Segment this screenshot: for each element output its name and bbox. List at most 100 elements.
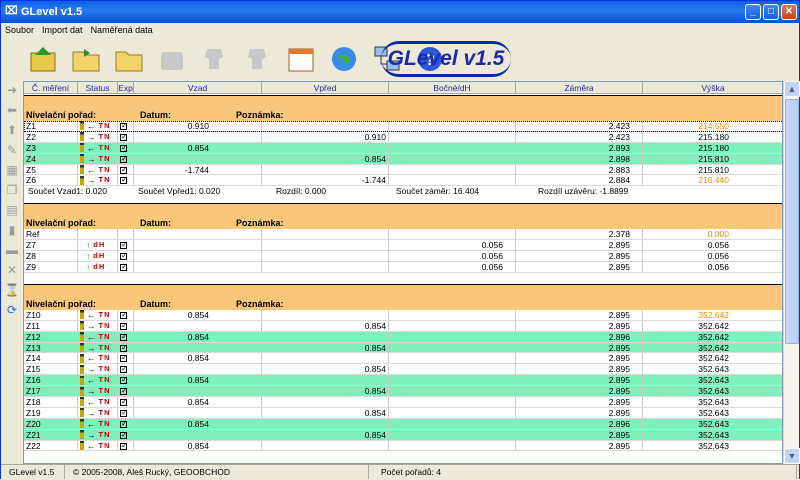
exp-checkbox[interactable]	[120, 430, 128, 440]
cell-exp[interactable]	[118, 375, 134, 386]
cell-vyska[interactable]: 352.643	[643, 386, 782, 396]
cell-vyska[interactable]: 215.810	[643, 165, 782, 175]
col-vyska[interactable]: Výška	[643, 82, 782, 94]
menu-import-dat[interactable]: Import dat	[38, 23, 87, 37]
cell-bocne[interactable]: 0.056	[389, 251, 516, 262]
col-bocne-dh[interactable]: Bočné/dH	[389, 82, 516, 94]
cell-vpred[interactable]: 0.854	[262, 386, 389, 397]
cell-status[interactable]: ← TN	[78, 397, 118, 407]
cell-status[interactable]: ← TN	[78, 164, 118, 175]
cell-status[interactable]: → TN	[78, 320, 118, 331]
cell-zamera[interactable]: 2.893	[516, 142, 643, 153]
cell-status[interactable]: → TN	[78, 386, 118, 397]
edit-icon[interactable]: ✎	[4, 142, 20, 158]
cell-vpred[interactable]	[262, 331, 389, 342]
cell-id[interactable]: Z8	[24, 251, 78, 262]
scroll-down-icon[interactable]: ▼	[784, 448, 800, 464]
col-zamera[interactable]: Záměra	[516, 82, 643, 94]
cell-id[interactable]: Z15	[24, 364, 78, 375]
cell-zamera[interactable]: 2.895	[516, 320, 643, 331]
exp-checkbox[interactable]	[120, 408, 128, 418]
open-button[interactable]	[66, 39, 106, 79]
arrow-right-icon[interactable]: ➜	[4, 82, 20, 98]
cell-exp[interactable]	[118, 386, 134, 397]
cell-status[interactable]: ↑ dH	[78, 251, 118, 262]
cell-vpred[interactable]	[262, 353, 389, 364]
cell-status[interactable]: ↑ dH	[78, 240, 118, 251]
scroll-up-icon[interactable]: ▲	[784, 81, 800, 97]
page-icon[interactable]: ▤	[4, 202, 20, 218]
cell-vyska[interactable]: 0.056	[643, 240, 782, 250]
cell-bocne[interactable]: 0.056	[389, 262, 516, 272]
cell-vpred[interactable]: 0.854	[262, 320, 389, 331]
cell-vzad[interactable]: 0.854	[134, 418, 262, 429]
cell-zamera[interactable]: 2.896	[516, 418, 643, 429]
cell-status[interactable]: → TN	[78, 407, 118, 418]
maximize-button[interactable]: □	[763, 4, 779, 20]
cell-status[interactable]: → TN	[78, 364, 118, 375]
cell-zamera[interactable]: 2.883	[516, 164, 643, 175]
cell-bocne[interactable]	[389, 418, 516, 429]
table-row[interactable]: Z6→TN-1.7442.884216.440	[24, 175, 782, 187]
exp-checkbox[interactable]	[120, 240, 128, 250]
exp-checkbox[interactable]	[120, 397, 128, 407]
cell-bocne[interactable]	[389, 429, 516, 440]
cell-status[interactable]: ← TN	[78, 375, 118, 386]
table-row[interactable]: Z3←TN0.8542.893215.180	[24, 142, 782, 154]
cell-exp[interactable]	[118, 418, 134, 429]
cell-id[interactable]: Z5	[24, 164, 78, 175]
cell-zamera[interactable]: 2.895	[516, 262, 643, 272]
cell-status[interactable]: ← TN	[78, 440, 118, 451]
exp-checkbox[interactable]	[120, 343, 128, 352]
cell-id[interactable]: Z11	[24, 320, 78, 331]
cell-vpred[interactable]	[262, 142, 389, 153]
cell-exp[interactable]	[118, 407, 134, 418]
cell-vyska[interactable]: 215.180	[643, 143, 782, 153]
table-row[interactable]: Ref 2.378 0.000	[24, 229, 782, 241]
cell-vyska[interactable]: 215.810	[643, 154, 782, 164]
cell-zamera[interactable]: 2.895	[516, 440, 643, 451]
table-row[interactable]: Z7↑dH0.0562.8950.056	[24, 240, 782, 252]
cell-vzad[interactable]	[134, 320, 262, 331]
cell-bocne[interactable]	[389, 121, 516, 131]
table-row[interactable]: Z1←TN0.9102.423214.550	[24, 121, 782, 132]
cell-vyska[interactable]: 352.642	[643, 332, 782, 342]
cell-vpred[interactable]	[262, 418, 389, 429]
cell-vzad[interactable]	[134, 386, 262, 397]
cell-status[interactable]	[78, 229, 118, 240]
cell-vzad[interactable]	[134, 240, 262, 251]
cell-status[interactable]: ← TN	[78, 331, 118, 342]
hourglass-icon[interactable]: ⌛	[4, 282, 20, 298]
scroll-thumb[interactable]	[785, 99, 799, 344]
cell-vpred[interactable]: 0.854	[262, 364, 389, 375]
exp-checkbox[interactable]	[120, 251, 128, 261]
cell-zamera[interactable]: 2.895	[516, 397, 643, 407]
cell-bocne[interactable]	[389, 397, 516, 407]
cell-id[interactable]: Z4	[24, 153, 78, 164]
cell-vzad[interactable]	[134, 229, 262, 240]
cell-status[interactable]: → TN	[78, 175, 118, 186]
cell-vzad[interactable]	[134, 342, 262, 353]
exp-checkbox[interactable]	[120, 321, 128, 331]
table-row[interactable]: Z4→TN0.8542.898215.810	[24, 153, 782, 165]
cell-id[interactable]: Z3	[24, 142, 78, 153]
exp-checkbox[interactable]	[120, 419, 128, 429]
data-grid[interactable]: Č. měření Status Exp Vzad Vpřed Bočné/dH…	[23, 81, 783, 464]
cell-vzad[interactable]: 0.854	[134, 142, 262, 153]
cell-id[interactable]: Z16	[24, 375, 78, 386]
cell-zamera[interactable]: 2.895	[516, 251, 643, 262]
cell-id[interactable]: Z9	[24, 262, 78, 272]
cell-vzad[interactable]	[134, 262, 262, 272]
cell-vzad[interactable]: 0.854	[134, 440, 262, 451]
cell-bocne[interactable]	[389, 142, 516, 153]
cell-bocne[interactable]	[389, 309, 516, 320]
cell-vzad[interactable]: 0.910	[134, 121, 262, 131]
cell-exp[interactable]	[118, 131, 134, 142]
cell-vpred[interactable]	[262, 164, 389, 175]
cell-id[interactable]: Z2	[24, 131, 78, 142]
cell-vyska[interactable]: 352.643	[643, 364, 782, 374]
cell-zamera[interactable]: 2.423	[516, 121, 643, 131]
exp-checkbox[interactable]	[120, 332, 128, 342]
cell-zamera[interactable]: 2.895	[516, 386, 643, 397]
cell-vyska[interactable]: 214.550	[643, 121, 782, 131]
